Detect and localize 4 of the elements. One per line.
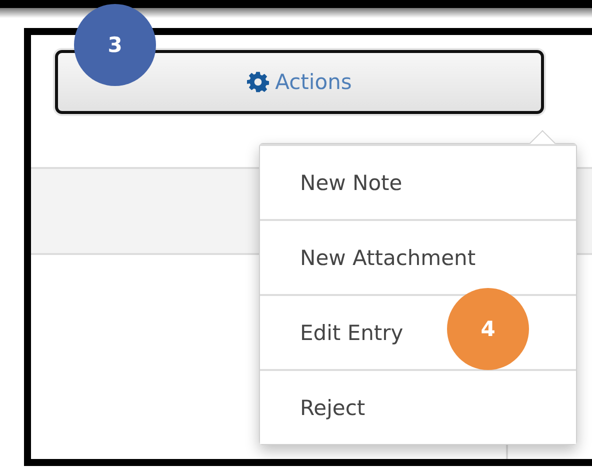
menu-item[interactable]: New Note [260, 144, 576, 219]
menu-item[interactable]: New Attachment [260, 219, 576, 294]
gear-icon [247, 71, 270, 93]
menu-item[interactable]: Reject [260, 369, 576, 444]
